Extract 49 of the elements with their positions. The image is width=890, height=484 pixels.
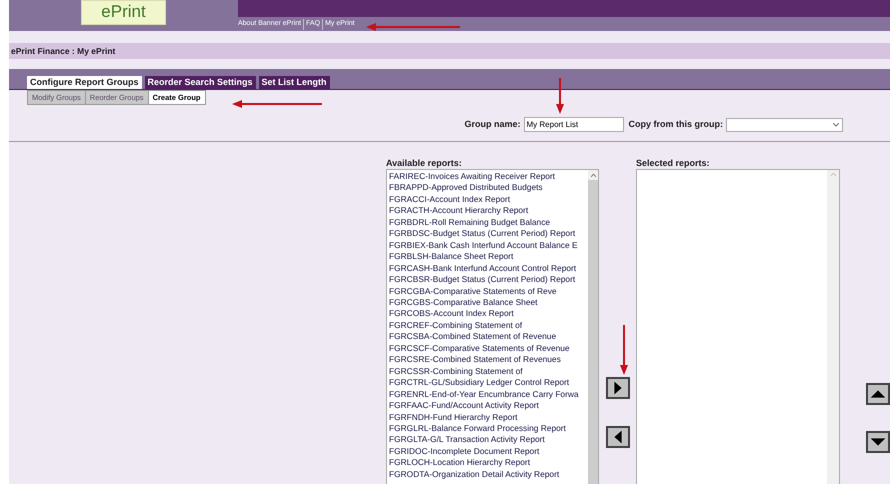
logo: ePrint	[81, 0, 166, 25]
report-option[interactable]: FGRFNDH-Fund Hierarchy Report	[389, 412, 588, 423]
report-option[interactable]: FGRCBSR-Budget Status (Current Period) Report	[389, 274, 588, 286]
selected-reports-label: Selected reports:	[636, 157, 711, 169]
report-option[interactable]: FGRBDRL-Roll Remaining Budget Balance	[389, 216, 588, 228]
report-option[interactable]: FGRCOBS-Account Index Report	[389, 308, 588, 320]
report-option[interactable]: FGRCSBA-Combined Statement of Revenue	[389, 331, 588, 343]
report-option[interactable]: FGRGLTA-G/L Transaction Activity Report	[389, 434, 588, 446]
annotation-arrow-icon	[232, 99, 322, 109]
report-option[interactable]: FGRFAAC-Fund/Account Activity Report	[389, 400, 588, 412]
tab[interactable]: Configure Report Groups	[27, 76, 142, 89]
breadcrumb-bar: ePrint Finance : My ePrint	[9, 43, 890, 59]
report-option[interactable]: FGRCGBA-Comparative Statements of Reve	[389, 286, 588, 297]
annotation-arrow-icon	[366, 22, 460, 32]
report-option[interactable]: FGRGLRL-Balance Forward Processing Report	[389, 422, 588, 434]
annotation-arrow-icon	[619, 325, 629, 375]
report-option[interactable]: FGRCTRL-GL/Subsidiary Ledger Control Report	[389, 377, 588, 389]
group-name-field[interactable]: My Report List	[524, 117, 624, 132]
report-option[interactable]: FGRBLSH-Balance Sheet Report	[389, 251, 588, 263]
report-option[interactable]: FGRBIEX-Bank Cash Interfund Account Balance E	[389, 240, 588, 252]
tab[interactable]: Reorder Search Settings	[144, 76, 256, 89]
report-option[interactable]: FGRODTA-Organization Detail Activity Report	[389, 468, 588, 480]
report-option[interactable]: FGRACTH-Account Hierarchy Report	[389, 205, 588, 217]
report-option[interactable]: FGRCREF-Combining Statement of	[389, 320, 588, 332]
chevron-up-icon	[590, 174, 596, 176]
move-down-button[interactable]	[866, 431, 890, 453]
report-option[interactable]: FGRIDOC-Incomplete Document Report	[389, 446, 588, 458]
chevron-down-icon	[833, 122, 839, 126]
report-option[interactable]: FGRACCI-Account Index Report	[389, 194, 588, 206]
report-option[interactable]: FGRCSRE-Combined Statement of Revenues	[389, 354, 588, 366]
report-option[interactable]: FARIREC-Invoices Awaiting Receiver Report	[389, 171, 588, 182]
available-reports-list[interactable]	[386, 169, 599, 484]
copy-group-label: Copy from this group:	[628, 118, 723, 131]
annotation-arrow-icon	[555, 78, 565, 114]
available-reports-label: Available reports:	[386, 157, 463, 169]
report-option[interactable]: FGRCASH-Bank Interfund Account Control Report	[389, 262, 588, 274]
chevron-up-icon	[830, 173, 836, 176]
report-option[interactable]: FBRAPPD-Approved Distributed Budgets	[389, 182, 588, 194]
report-option[interactable]: FGRCSSR-Combining Statement of	[389, 366, 588, 378]
tab[interactable]: Set List Length	[258, 76, 330, 89]
report-option[interactable]: FGRCGBS-Comparative Balance Sheet	[389, 296, 588, 308]
group-name-label: Group name:	[464, 118, 520, 131]
move-left-button[interactable]	[606, 426, 630, 448]
move-right-button[interactable]	[606, 377, 630, 399]
report-option[interactable]: FGRENRL-End-of-Year Encumbrance Carry Forwa	[389, 388, 588, 400]
report-option[interactable]: FGRBDSC-Budget Status (Current Period) Report	[389, 228, 588, 240]
report-option[interactable]: FGRCSCF-Comparative Statements of Revenue	[389, 342, 588, 354]
move-up-button[interactable]	[866, 383, 890, 405]
report-option[interactable]: FGRLOCH-Location Hierarchy Report	[389, 457, 588, 469]
